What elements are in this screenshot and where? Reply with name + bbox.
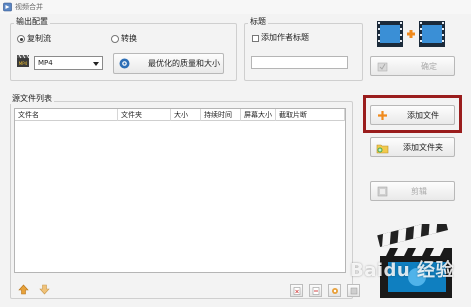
add-file-button[interactable]: 添加文件 (370, 105, 455, 125)
quality-icon (119, 58, 130, 69)
folder-icon (376, 144, 389, 154)
add-folder-button[interactable]: 添加文件夹 (370, 137, 455, 157)
source-list-label: 源文件列表 (10, 94, 54, 104)
confirm-icon (377, 62, 388, 72)
film-edit-icon (377, 186, 388, 197)
column-header-filename[interactable]: 文件名 (15, 109, 118, 121)
info-button[interactable] (347, 284, 360, 297)
title-input[interactable] (251, 56, 348, 69)
confirm-button-label: 确定 (421, 62, 437, 71)
clear-list-button[interactable] (309, 284, 322, 297)
convert-label: 转换 (121, 34, 137, 43)
file-list-table[interactable]: 文件名 文件夹 大小 持续时间 屏幕大小 截取片断 (14, 108, 346, 273)
column-header-duration[interactable]: 持续时间 (201, 109, 241, 121)
quality-button-label: 最优化的质量和大小 (148, 59, 220, 68)
edit-button[interactable]: 剪辑 (370, 181, 455, 201)
copy-stream-label: 复制流 (27, 34, 51, 43)
column-header-clip[interactable]: 截取片断 (276, 109, 345, 121)
plus-icon (378, 111, 387, 120)
title-bar: 视频合并 (0, 0, 471, 14)
settings-button[interactable] (328, 284, 341, 297)
format-select-value: MP4 (38, 59, 53, 67)
quality-button[interactable]: 最优化的质量和大小 (113, 53, 224, 74)
output-config-label: 输出配置 (14, 17, 50, 27)
add-folder-button-label: 添加文件夹 (403, 143, 443, 152)
column-header-folder[interactable]: 文件夹 (118, 109, 171, 121)
app-icon (3, 2, 12, 12)
clear-list-icon (312, 287, 320, 295)
remove-file-button[interactable] (290, 284, 303, 297)
confirm-button[interactable]: 确定 (370, 56, 455, 76)
move-up-icon[interactable] (18, 284, 29, 295)
merge-video-logo (377, 21, 445, 47)
format-icon: MP4 (17, 54, 30, 67)
column-header-screen-size[interactable]: 屏幕大小 (241, 109, 276, 121)
add-subtitle-label: 添加作者标题 (261, 33, 309, 42)
svg-text:MP4: MP4 (19, 61, 28, 66)
remove-file-icon (293, 287, 301, 295)
chevron-down-icon (93, 62, 99, 66)
window-title: 视频合并 (15, 3, 43, 11)
title-group (244, 23, 363, 81)
convert-radio[interactable] (111, 35, 119, 43)
move-down-icon[interactable] (39, 284, 50, 295)
edit-button-label: 剪辑 (411, 187, 427, 196)
add-subtitle-checkbox[interactable] (252, 35, 259, 42)
gear-icon (332, 288, 338, 294)
watermark: Baidu 经验 (350, 260, 455, 281)
column-header-size[interactable]: 大小 (171, 109, 201, 121)
format-select[interactable]: MP4 (34, 56, 103, 70)
table-header: 文件名 文件夹 大小 持续时间 屏幕大小 截取片断 (15, 109, 345, 121)
info-icon (350, 287, 358, 295)
title-group-label: 标题 (248, 17, 268, 27)
add-file-button-label: 添加文件 (407, 111, 439, 120)
copy-stream-radio[interactable] (17, 35, 25, 43)
